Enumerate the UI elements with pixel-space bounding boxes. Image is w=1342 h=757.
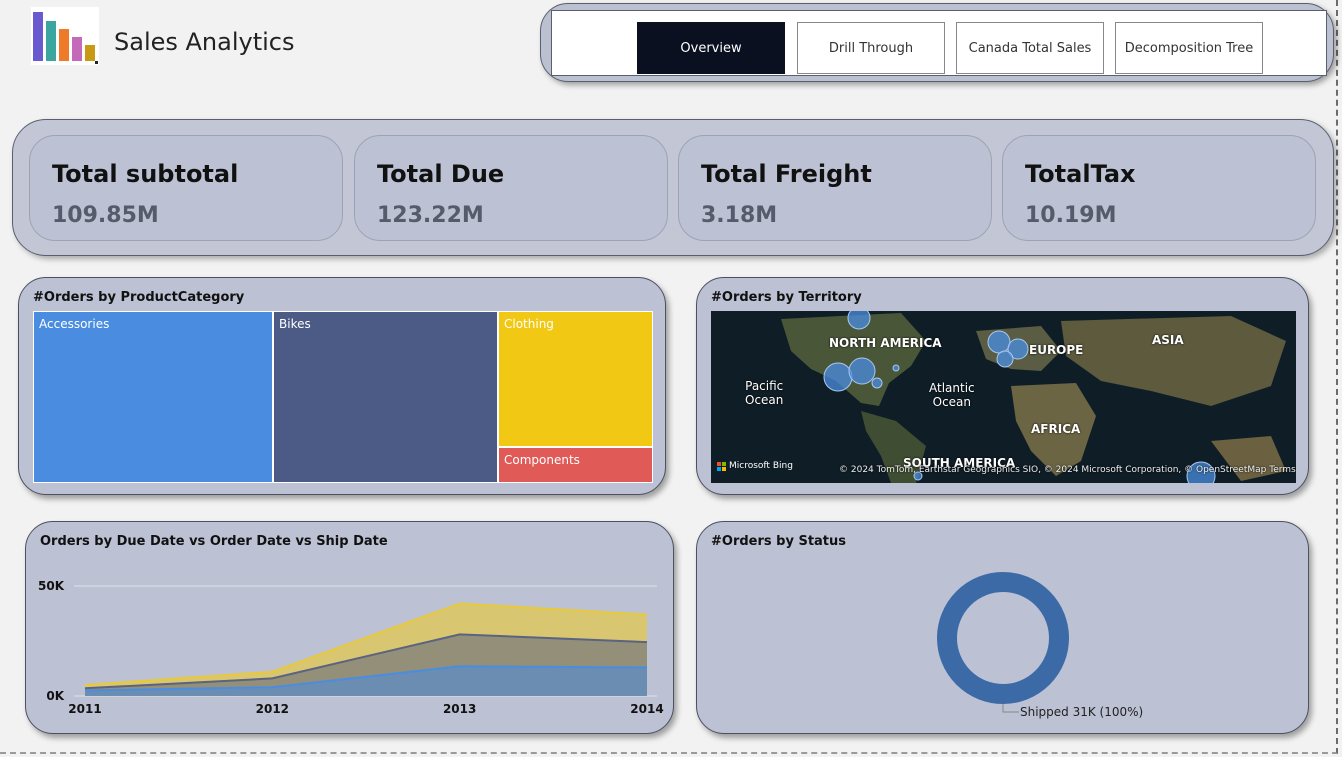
tab-decomposition-tree[interactable]: Decomposition Tree [1115,22,1263,74]
x-tick-label: 2012 [256,702,289,716]
y-tick-label: 50K [38,579,65,593]
treemap-tile-components[interactable]: Components [498,447,653,483]
panel-orders-by-status: #Orders by Status Shipped 31K (100%) [696,521,1309,734]
map-ocean-atlantic: Atlantic Ocean [929,381,975,409]
kpi-card-total-due: Total Due 123.22M [354,135,668,241]
area-chart[interactable]: 0K 50K 2011 2012 2013 2014 [26,522,675,735]
map-label-africa: AFRICA [1031,422,1080,436]
donut-leader-line [1003,704,1019,712]
kpi-title: Total Due [377,160,504,188]
kpi-value: 10.19M [1025,203,1116,228]
donut-slice-label: Shipped 31K (100%) [1020,705,1143,719]
kpi-value: 123.22M [377,203,484,228]
x-tick-label: 2013 [443,702,476,716]
map-label-north-america: NORTH AMERICA [829,336,942,350]
kpi-card-total-freight: Total Freight 3.18M [678,135,992,241]
panel-title: #Orders by ProductCategory [33,290,244,305]
treemap-tile-clothing[interactable]: Clothing [498,311,653,447]
donut-chart[interactable] [697,522,1310,735]
territory-map[interactable]: NORTH AMERICA EUROPE ASIA AFRICA SOUTH A… [711,311,1296,483]
panel-orders-by-productcategory: #Orders by ProductCategory Accessories B… [18,277,666,495]
kpi-title: Total subtotal [52,160,238,188]
x-tick-label: 2014 [630,702,663,716]
map-credit[interactable]: © 2024 TomTom, Earthstar Geographics SIO… [839,465,1296,475]
tab-drill-through[interactable]: Drill Through [797,22,945,74]
donut-slice-0[interactable] [947,582,1059,694]
treemap: Accessories Bikes Clothing Components [33,311,653,483]
map-label-asia: ASIA [1152,333,1184,347]
kpi-title: Total Freight [701,160,872,188]
panel-orders-by-territory: #Orders by Territory [696,277,1309,495]
nav-bar: Overview Drill Through Canada Total Sale… [540,3,1334,82]
app-logo [31,7,99,65]
microsoft-logo-icon [717,462,726,471]
treemap-tile-accessories[interactable]: Accessories [33,311,273,483]
tab-canada-total-sales[interactable]: Canada Total Sales [956,22,1104,74]
map-label-europe: EUROPE [1029,343,1083,357]
kpi-card-total-subtotal: Total subtotal 109.85M [29,135,343,241]
tab-overview[interactable]: Overview [637,22,785,74]
bing-label: Microsoft Bing [729,461,793,471]
kpi-card-total-tax: TotalTax 10.19M [1002,135,1316,241]
kpi-band: Total subtotal 109.85M Total Due 123.22M… [12,119,1334,256]
treemap-tile-bikes[interactable]: Bikes [273,311,498,483]
x-tick-label: 2011 [68,702,101,716]
nav-inner: Overview Drill Through Canada Total Sale… [551,10,1327,76]
app-title: Sales Analytics [114,28,295,56]
panel-orders-by-date: Orders by Due Date vs Order Date vs Ship… [25,521,674,734]
kpi-value: 109.85M [52,203,159,228]
y-tick-label: 0K [46,689,64,703]
bing-attribution: Microsoft Bing [717,461,793,471]
kpi-value: 3.18M [701,203,777,228]
panel-title: #Orders by Territory [711,290,862,305]
kpi-title: TotalTax [1025,160,1136,188]
map-ocean-pacific: Pacific Ocean [745,379,783,407]
